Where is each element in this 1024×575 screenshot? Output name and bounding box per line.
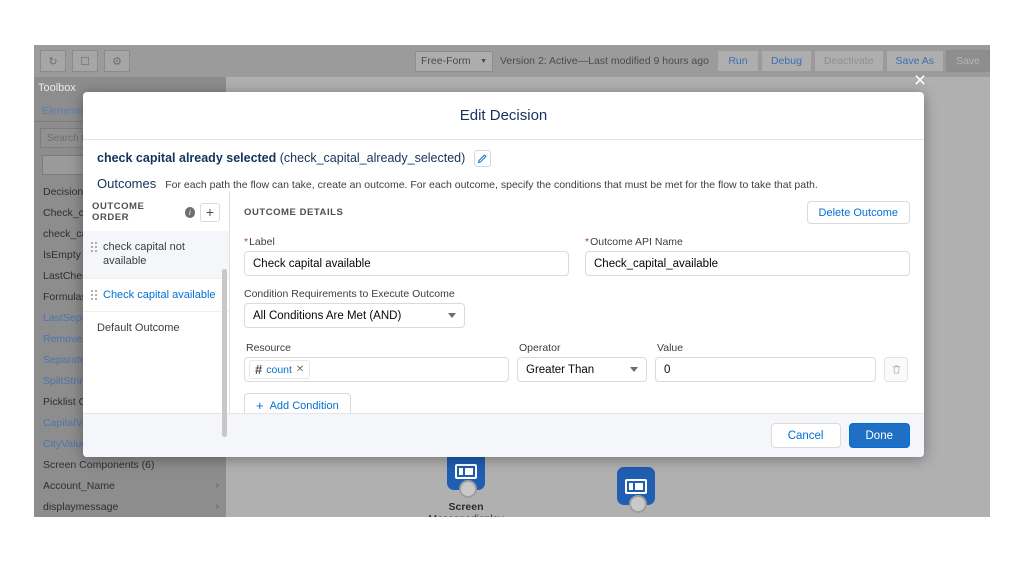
list-item-label: Screen Components (6) xyxy=(43,459,154,471)
condition-row: Resource # count ✕ Operator xyxy=(244,342,910,382)
layout-select[interactable]: Free-Form ▼ xyxy=(415,51,493,72)
modal-header: Edit Decision xyxy=(83,92,924,140)
chevron-down-icon xyxy=(448,313,456,318)
screen-icon xyxy=(617,467,655,505)
resource-pill-label: count xyxy=(266,364,292,376)
list-item[interactable]: displaymessage › xyxy=(34,496,226,517)
settings-icon[interactable]: ⚙ xyxy=(104,50,130,72)
list-item[interactable]: Screen Components (6) xyxy=(34,454,226,475)
label-field-group: *Label Check capital available xyxy=(244,236,569,276)
outcome-order-rail: OUTCOME ORDER i + check capital not avai… xyxy=(83,191,230,413)
condition-requirements-select[interactable]: All Conditions Are Met (AND) xyxy=(244,303,465,328)
condition-requirements-group: Condition Requirements to Execute Outcom… xyxy=(244,288,910,328)
api-field-label: *Outcome API Name xyxy=(585,236,910,248)
save-button[interactable]: Save xyxy=(946,50,990,72)
node-label: Screen xyxy=(618,516,653,517)
flow-toolbar: ↻ ☐ ⚙ Free-Form ▼ Version 2: Active—Last… xyxy=(34,45,990,77)
list-item-label: IsEmpty xyxy=(43,249,81,261)
flow-node-screen[interactable]: Screen xyxy=(604,467,668,517)
list-item-label: Account_Name xyxy=(43,480,115,492)
version-status: Version 2: Active—Last modified 9 hours … xyxy=(500,55,709,67)
run-button[interactable]: Run xyxy=(717,50,759,72)
outcomes-label: Outcomes xyxy=(97,176,156,191)
modal-title: Edit Decision xyxy=(460,107,548,124)
done-button[interactable]: Done xyxy=(849,423,911,448)
chevron-right-icon: › xyxy=(216,501,219,512)
copy-icon[interactable]: ☐ xyxy=(72,50,98,72)
delete-condition-button[interactable] xyxy=(884,357,908,382)
outcome-details-title: OUTCOME DETAILS xyxy=(244,207,343,218)
plus-icon: + xyxy=(256,399,264,412)
decision-name-row: check capital already selected (check_ca… xyxy=(97,150,910,167)
remove-resource-icon[interactable]: ✕ xyxy=(296,364,304,375)
node-sublabel: Messagedisplay xyxy=(428,513,503,517)
value-input[interactable]: 0 xyxy=(655,357,876,382)
outcome-item-label: Check capital available xyxy=(103,288,216,302)
label-field-label: *Label xyxy=(244,236,569,248)
outcome-details-pane: OUTCOME DETAILS Delete Outcome *Label Ch… xyxy=(230,191,924,413)
deactivate-button[interactable]: Deactivate xyxy=(814,50,884,72)
api-field-group: *Outcome API Name Check_capital_availabl… xyxy=(585,236,910,276)
resource-input[interactable]: # count ✕ xyxy=(244,357,509,382)
resource-label: Resource xyxy=(246,342,509,354)
outcome-item-label: check capital not available xyxy=(103,240,219,269)
modal-body: OUTCOME ORDER i + check capital not avai… xyxy=(83,191,924,413)
resource-pill[interactable]: # count ✕ xyxy=(249,360,310,379)
condition-requirements-label: Condition Requirements to Execute Outcom… xyxy=(244,288,910,300)
outcomes-intro: Outcomes For each path the flow can take… xyxy=(97,167,910,191)
redo-icon[interactable]: ↻ xyxy=(40,50,66,72)
default-outcome-item[interactable]: Default Outcome xyxy=(83,312,229,344)
outcome-list-scrollbar[interactable] xyxy=(222,269,227,437)
outcome-order-title: OUTCOME ORDER xyxy=(92,201,180,223)
drag-handle-icon[interactable] xyxy=(91,242,97,254)
toolbar-right-group: Free-Form ▼ Version 2: Active—Last modif… xyxy=(415,45,990,77)
number-icon: # xyxy=(255,363,262,376)
decision-name: check capital already selected xyxy=(97,151,276,165)
operator-select[interactable]: Greater Than xyxy=(517,357,647,382)
chevron-down-icon xyxy=(630,367,638,372)
close-icon[interactable]: × xyxy=(908,68,932,92)
layout-select-value: Free-Form xyxy=(421,55,471,67)
outcome-order-header: OUTCOME ORDER i + xyxy=(83,201,229,231)
decision-api-name: (check_capital_already_selected) xyxy=(280,151,466,165)
debug-button[interactable]: Debug xyxy=(761,50,812,72)
value-field-group: Value 0 xyxy=(655,342,876,382)
required-marker: * xyxy=(585,236,589,248)
required-marker: * xyxy=(244,236,248,248)
outcomes-description: For each path the flow can take, create … xyxy=(165,179,818,191)
list-item-label: displaymessage xyxy=(43,501,118,513)
condition-requirements-value: All Conditions Are Met (AND) xyxy=(253,310,401,322)
edit-decision-modal: Edit Decision check capital already sele… xyxy=(83,92,924,457)
outcome-item[interactable]: check capital not available xyxy=(83,231,229,279)
value-label: Value xyxy=(657,342,876,354)
screen-root: ↻ ☐ ⚙ Free-Form ▼ Version 2: Active—Last… xyxy=(0,0,1024,575)
condition-row-block: Resource # count ✕ Operator xyxy=(244,342,910,418)
node-label: Screen xyxy=(448,501,483,513)
outcome-list: check capital not available Check capita… xyxy=(83,231,229,413)
decision-subheader: check capital already selected (check_ca… xyxy=(83,140,924,191)
info-icon[interactable]: i xyxy=(185,207,195,218)
list-item[interactable]: Account_Name › xyxy=(34,475,226,496)
resource-field-group: Resource # count ✕ xyxy=(244,342,509,382)
operator-label: Operator xyxy=(519,342,647,354)
add-condition-label: Add Condition xyxy=(270,400,339,412)
label-api-row: *Label Check capital available *Outcome … xyxy=(244,236,910,276)
edit-pencil-icon[interactable] xyxy=(474,150,491,167)
chevron-right-icon: › xyxy=(216,480,219,491)
chevron-down-icon: ▼ xyxy=(480,58,487,65)
modal-footer: Cancel Done xyxy=(83,413,924,457)
add-outcome-button[interactable]: + xyxy=(200,203,220,222)
api-name-input[interactable]: Check_capital_available xyxy=(585,251,910,276)
outcome-details-header: OUTCOME DETAILS Delete Outcome xyxy=(244,201,910,224)
screen-icon xyxy=(447,452,485,490)
drag-handle-icon[interactable] xyxy=(91,290,97,302)
outcome-item[interactable]: Check capital available xyxy=(83,279,229,312)
operator-value: Greater Than xyxy=(526,364,594,376)
flow-node-screen-messagedisplay[interactable]: Screen Messagedisplay xyxy=(434,452,498,517)
label-input[interactable]: Check capital available xyxy=(244,251,569,276)
cancel-button[interactable]: Cancel xyxy=(771,423,841,448)
delete-outcome-button[interactable]: Delete Outcome xyxy=(807,201,910,224)
operator-field-group: Operator Greater Than xyxy=(517,342,647,382)
